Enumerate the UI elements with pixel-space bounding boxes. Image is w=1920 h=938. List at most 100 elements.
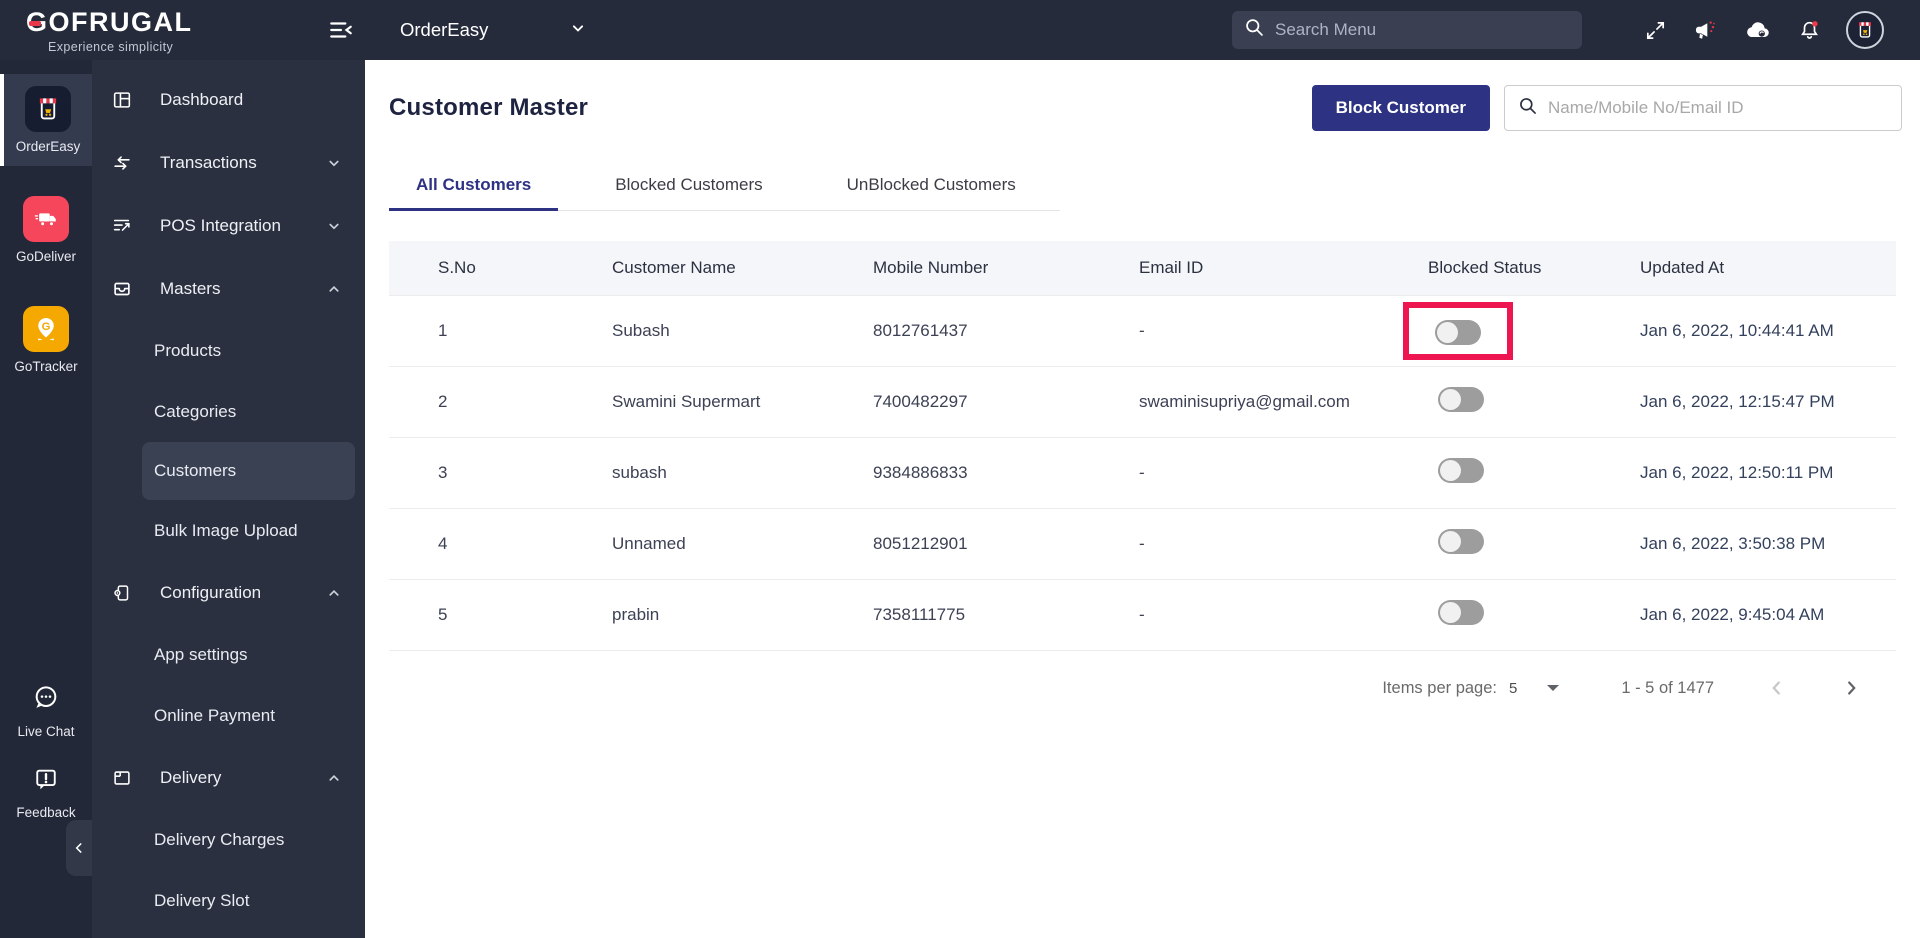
chevron-up-icon (325, 584, 343, 602)
sidebar-item-masters[interactable]: Masters (92, 257, 365, 320)
rail-item-godeliver[interactable]: GoDeliver (0, 184, 92, 276)
brand-tagline: Experience simplicity (48, 39, 174, 54)
rail-spacer (0, 386, 92, 682)
blocked-toggle[interactable] (1438, 387, 1484, 412)
prev-page-button[interactable] (1766, 677, 1788, 699)
rail-label-live-chat: Live Chat (17, 724, 75, 739)
feedback-bubble-icon (31, 765, 61, 800)
brand-name: GOFRUGAL (26, 7, 193, 37)
chevron-down-icon (568, 18, 588, 43)
col-email-id: Email ID (1139, 258, 1204, 277)
topbar-icons (1644, 0, 1884, 60)
ordereasy-store-icon (25, 86, 71, 132)
rail-label-gotracker: GoTracker (14, 359, 78, 374)
delivery-truck-icon (23, 196, 69, 242)
page-range: 1 - 5 of 1477 (1621, 678, 1714, 697)
customer-table: S.No Customer Name Mobile Number Email I… (389, 241, 1896, 651)
sidebar-item-pos-integration[interactable]: POS Integration (92, 194, 365, 257)
rail-bottom: Live Chat Feedback (0, 682, 92, 820)
configuration-icon (110, 581, 134, 605)
table-row: 2 Swamini Supermart 7400482297 swaminisu… (389, 367, 1896, 438)
col-updated-at: Updated At (1640, 258, 1725, 277)
sidebar-item-categories[interactable]: Categories (92, 381, 365, 442)
search-icon (1244, 17, 1265, 43)
rail-item-live-chat[interactable]: Live Chat (17, 682, 75, 739)
fullscreen-icon[interactable] (1644, 19, 1667, 42)
table-row: 1 Subash 8012761437 - Jan 6, 2022, 10:44… (389, 296, 1896, 367)
rail-item-gotracker[interactable]: G GoTracker (0, 294, 92, 386)
table-row: 4 Unnamed 8051212901 - Jan 6, 2022, 3:50… (389, 509, 1896, 580)
sidebar-item-bulk-image-upload[interactable]: Bulk Image Upload (92, 500, 365, 561)
col-mobile-number: Mobile Number (873, 258, 989, 277)
customer-search-input[interactable] (1548, 98, 1878, 118)
app-rail: OrderEasy GoDeliver G GoTracker Live Cha… (0, 60, 92, 938)
sidebar-item-delivery[interactable]: Delivery (92, 746, 365, 809)
chevron-down-icon (325, 217, 343, 235)
items-per-page-dropdown-caret[interactable] (1547, 685, 1560, 691)
notification-bell-icon[interactable] (1797, 18, 1822, 43)
rail-label-ordereasy: OrderEasy (15, 139, 81, 154)
tab-blocked-customers[interactable]: Blocked Customers (588, 175, 789, 210)
main-content: Customer Master Block Customer All Custo… (365, 60, 1920, 938)
collapse-menu-icon[interactable] (328, 17, 354, 43)
next-page-button[interactable] (1840, 677, 1862, 699)
sidebar-item-online-payment[interactable]: Online Payment (92, 685, 365, 746)
location-pin-icon: G (23, 306, 69, 352)
sidebar-item-products[interactable]: Products (92, 320, 365, 381)
col-customer-name: Customer Name (612, 258, 736, 277)
menu-search-input[interactable] (1275, 20, 1545, 40)
rail-label-godeliver: GoDeliver (15, 249, 77, 264)
product-selector[interactable]: OrderEasy (400, 0, 588, 60)
col-blocked-status: Blocked Status (1428, 258, 1542, 277)
block-customer-button[interactable]: Block Customer (1311, 85, 1490, 131)
table-row: 5 prabin 7358111775 - Jan 6, 2022, 9:45:… (389, 580, 1896, 651)
dashboard-icon (110, 88, 134, 112)
rail-label-feedback: Feedback (16, 805, 76, 820)
blocked-toggle[interactable] (1438, 458, 1484, 483)
chat-bubble-icon (30, 682, 62, 719)
tab-unblocked-customers[interactable]: UnBlocked Customers (820, 175, 1043, 210)
sidebar-item-delivery-slot[interactable]: Delivery Slot (92, 870, 365, 931)
menu-search-box[interactable] (1232, 11, 1582, 49)
chevron-up-icon (325, 769, 343, 787)
product-name: OrderEasy (400, 19, 489, 40)
sidebar-item-app-settings[interactable]: App settings (92, 624, 365, 685)
store-avatar[interactable] (1846, 11, 1884, 49)
blocked-toggle[interactable] (1435, 320, 1481, 345)
announcement-megaphone-icon[interactable] (1691, 17, 1718, 44)
sidebar-item-dashboard[interactable]: Dashboard (92, 68, 365, 131)
sidebar-menu: Dashboard Transactions POS Integration M… (92, 60, 365, 938)
blocked-toggle[interactable] (1438, 529, 1484, 554)
search-icon (1518, 96, 1538, 121)
delivery-box-icon (110, 766, 134, 790)
sidebar-item-transactions[interactable]: Transactions (92, 131, 365, 194)
topbar: GOFRUGAL Experience simplicity OrderEasy (0, 0, 1920, 60)
table-row: 3 subash 9384886833 - Jan 6, 2022, 12:50… (389, 438, 1896, 509)
gofrugal-logo: GOFRUGAL Experience simplicity (26, 7, 276, 54)
col-sno: S.No (438, 258, 476, 277)
transactions-icon (110, 151, 134, 175)
customer-search-box[interactable] (1504, 85, 1902, 131)
rail-item-feedback[interactable]: Feedback (16, 765, 76, 820)
rail-collapse-handle[interactable] (66, 820, 92, 876)
items-per-page-value[interactable]: 5 (1509, 680, 1517, 697)
table-header: S.No Customer Name Mobile Number Email I… (389, 241, 1896, 296)
sidebar-item-customers[interactable]: Customers (142, 442, 355, 500)
items-per-page-label: Items per page: (1382, 678, 1497, 697)
chevron-up-icon (325, 280, 343, 298)
sidebar-item-configuration[interactable]: Configuration (92, 561, 365, 624)
tab-all-customers[interactable]: All Customers (389, 175, 559, 211)
header-actions: Block Customer (1311, 85, 1902, 131)
rail-item-ordereasy[interactable]: OrderEasy (0, 74, 92, 166)
cloud-sync-icon[interactable] (1742, 15, 1773, 46)
pagination: Items per page: 5 1 - 5 of 1477 (389, 677, 1896, 699)
highlight-box (1403, 302, 1513, 360)
logo-red-dash (29, 21, 41, 26)
sidebar-item-delivery-charges[interactable]: Delivery Charges (92, 809, 365, 870)
pos-integration-icon (110, 214, 134, 238)
svg-text:G: G (42, 321, 51, 333)
customer-tabs: All Customers Blocked Customers UnBlocke… (389, 175, 1060, 211)
blocked-toggle[interactable] (1438, 600, 1484, 625)
chevron-down-icon (325, 154, 343, 172)
masters-icon (110, 277, 134, 301)
